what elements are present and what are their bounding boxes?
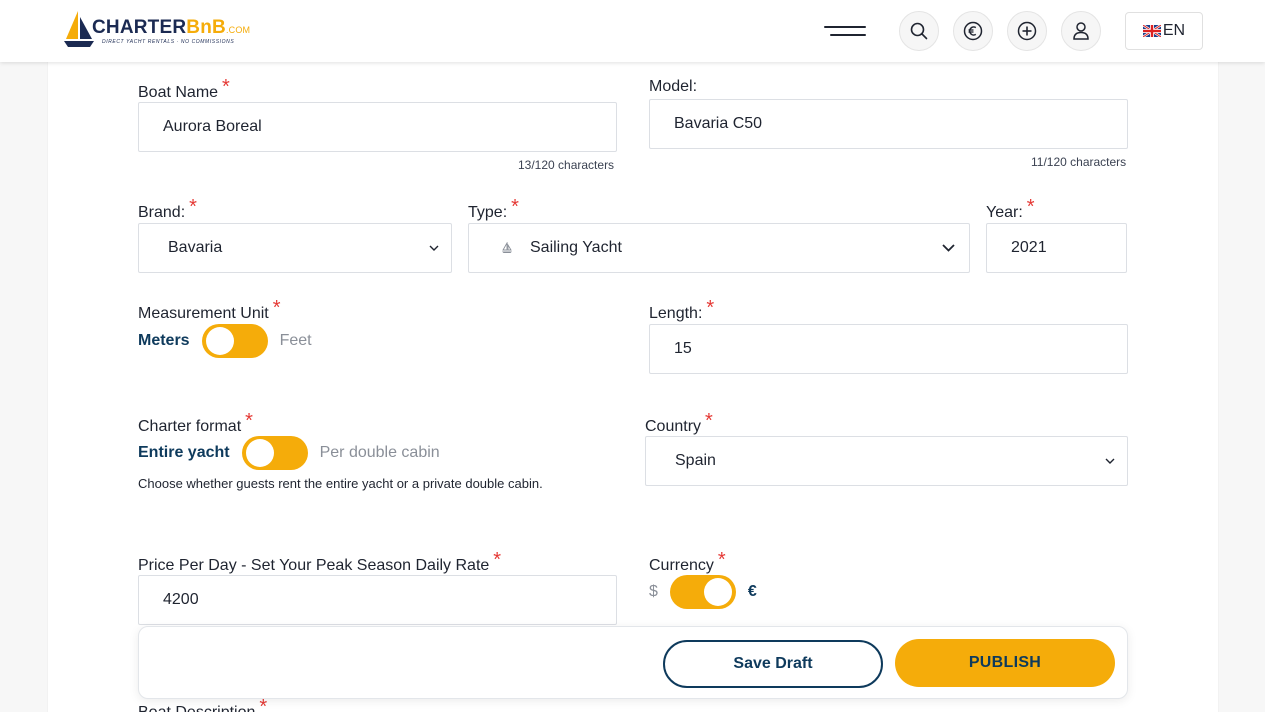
logo-tagline: DIRECT YACHT RENTALS · NO COMMISSIONS	[102, 39, 235, 45]
price-label-text: Price Per Day - Set Your Peak Season Dai…	[138, 557, 490, 574]
measurement-unit-toggle-row: Meters Feet	[138, 324, 312, 358]
year-label-text: Year:	[986, 204, 1023, 221]
boat-name-counter: 13/120 characters	[518, 158, 615, 172]
chevron-down-icon	[1105, 458, 1115, 464]
logo-text: CHARTERBnB.COM	[92, 17, 250, 39]
save-draft-button[interactable]: Save Draft	[663, 640, 883, 688]
menu-icon[interactable]	[824, 22, 866, 40]
search-button[interactable]	[899, 11, 939, 51]
boat-name-value: Aurora Boreal	[163, 118, 262, 135]
boat-description-label: Boat Description*	[138, 696, 267, 712]
required-mark: *	[245, 410, 253, 432]
charter-format-hint: Choose whether guests rent the entire ya…	[138, 476, 543, 491]
type-value: Sailing Yacht	[530, 239, 622, 256]
length-label: Length: *	[649, 297, 714, 324]
required-mark: *	[706, 297, 715, 319]
charter-format-toggle[interactable]	[241, 436, 308, 470]
required-mark: *	[1026, 196, 1035, 218]
currency-button[interactable]	[953, 11, 993, 51]
required-mark: *	[272, 297, 281, 319]
charter-format-label: Charter format *	[138, 410, 253, 437]
country-value: Spain	[675, 452, 716, 469]
plus-circle-icon	[1017, 21, 1037, 41]
required-mark: *	[717, 549, 726, 571]
year-label: Year: *	[986, 196, 1035, 223]
currency-toggle[interactable]	[669, 575, 736, 609]
entire-yacht-option[interactable]: Entire yacht	[138, 444, 230, 462]
meters-option[interactable]: Meters	[138, 332, 190, 350]
length-value: 15	[674, 340, 692, 357]
length-label-text: Length:	[649, 305, 703, 322]
chevron-down-icon	[942, 244, 955, 252]
measurement-unit-label-text: Measurement Unit	[138, 305, 269, 322]
toggle-knob	[205, 327, 234, 355]
measurement-unit-toggle[interactable]	[201, 324, 268, 358]
boat-name-input[interactable]: Aurora Boreal	[138, 102, 617, 152]
price-value: 4200	[163, 591, 199, 608]
model-counter: 11/120 characters	[1031, 155, 1127, 169]
model-value: Bavaria C50	[674, 115, 763, 132]
type-select[interactable]: Sailing Yacht	[468, 223, 970, 273]
account-button[interactable]	[1061, 11, 1101, 51]
charter-format-label-text: Charter format	[138, 418, 242, 435]
type-label: Type: *	[468, 196, 519, 223]
boat-name-label: Boat Name *	[138, 76, 230, 103]
year-input[interactable]: 2021	[986, 223, 1127, 273]
language-label: EN	[1162, 22, 1186, 39]
logo-suffix: .COM	[225, 25, 251, 35]
euro-option[interactable]: €	[748, 583, 757, 601]
publish-button[interactable]: PUBLISH	[895, 639, 1115, 687]
required-mark: *	[705, 410, 713, 432]
model-input[interactable]: Bavaria C50	[649, 99, 1128, 149]
year-value: 2021	[1011, 239, 1047, 256]
boat-name-label-text: Boat Name	[138, 84, 219, 101]
toggle-knob	[703, 578, 732, 606]
toggle-knob	[245, 439, 274, 467]
length-input[interactable]: 15	[649, 324, 1128, 374]
charterbnb-logo[interactable]: CHARTERBnB.COM DIRECT YACHT RENTALS · NO…	[62, 9, 252, 51]
required-mark: *	[189, 196, 197, 218]
chevron-down-icon	[429, 245, 439, 251]
price-input[interactable]: 4200	[138, 575, 617, 625]
brand-label: Brand: *	[138, 196, 197, 223]
page-background-left	[0, 62, 48, 712]
uk-flag-icon	[1142, 25, 1161, 37]
brand-label-text: Brand:	[138, 204, 186, 221]
per-double-cabin-option[interactable]: Per double cabin	[320, 444, 440, 462]
page-background-right	[1218, 62, 1265, 712]
logo-accent: BnB	[186, 17, 226, 38]
required-mark: *	[222, 76, 230, 98]
country-label: Country *	[645, 410, 713, 437]
add-listing-button[interactable]	[1007, 11, 1047, 51]
model-label: Model:	[649, 78, 698, 95]
dollar-option[interactable]: $	[649, 583, 658, 601]
sailboat-logo-icon	[64, 11, 94, 47]
brand-select[interactable]: Bavaria	[138, 223, 452, 273]
boat-description-label-text: Boat Description	[138, 704, 255, 712]
currency-label: Currency *	[649, 549, 726, 576]
user-icon	[1073, 22, 1089, 40]
feet-option[interactable]: Feet	[280, 332, 312, 350]
logo-main: CHARTER	[92, 17, 187, 38]
currency-label-text: Currency	[649, 557, 714, 574]
currency-toggle-row: $ €	[649, 575, 757, 609]
language-selector[interactable]: EN	[1125, 12, 1203, 50]
required-mark: *	[493, 549, 502, 571]
type-label-text: Type:	[468, 204, 508, 221]
charter-format-toggle-row: Entire yacht Per double cabin	[138, 436, 440, 470]
top-header: CHARTERBnB.COM DIRECT YACHT RENTALS · NO…	[0, 0, 1265, 62]
sticky-action-bar: Save Draft PUBLISH	[138, 626, 1128, 699]
country-label-text: Country	[645, 418, 702, 435]
brand-value: Bavaria	[168, 239, 223, 256]
euro-icon	[963, 21, 983, 41]
measurement-unit-label: Measurement Unit *	[138, 297, 281, 324]
search-icon	[910, 22, 928, 40]
price-label: Price Per Day - Set Your Peak Season Dai…	[138, 549, 501, 576]
required-mark: *	[511, 196, 519, 218]
sailboat-icon	[502, 242, 512, 253]
country-select[interactable]: Spain	[645, 436, 1128, 486]
